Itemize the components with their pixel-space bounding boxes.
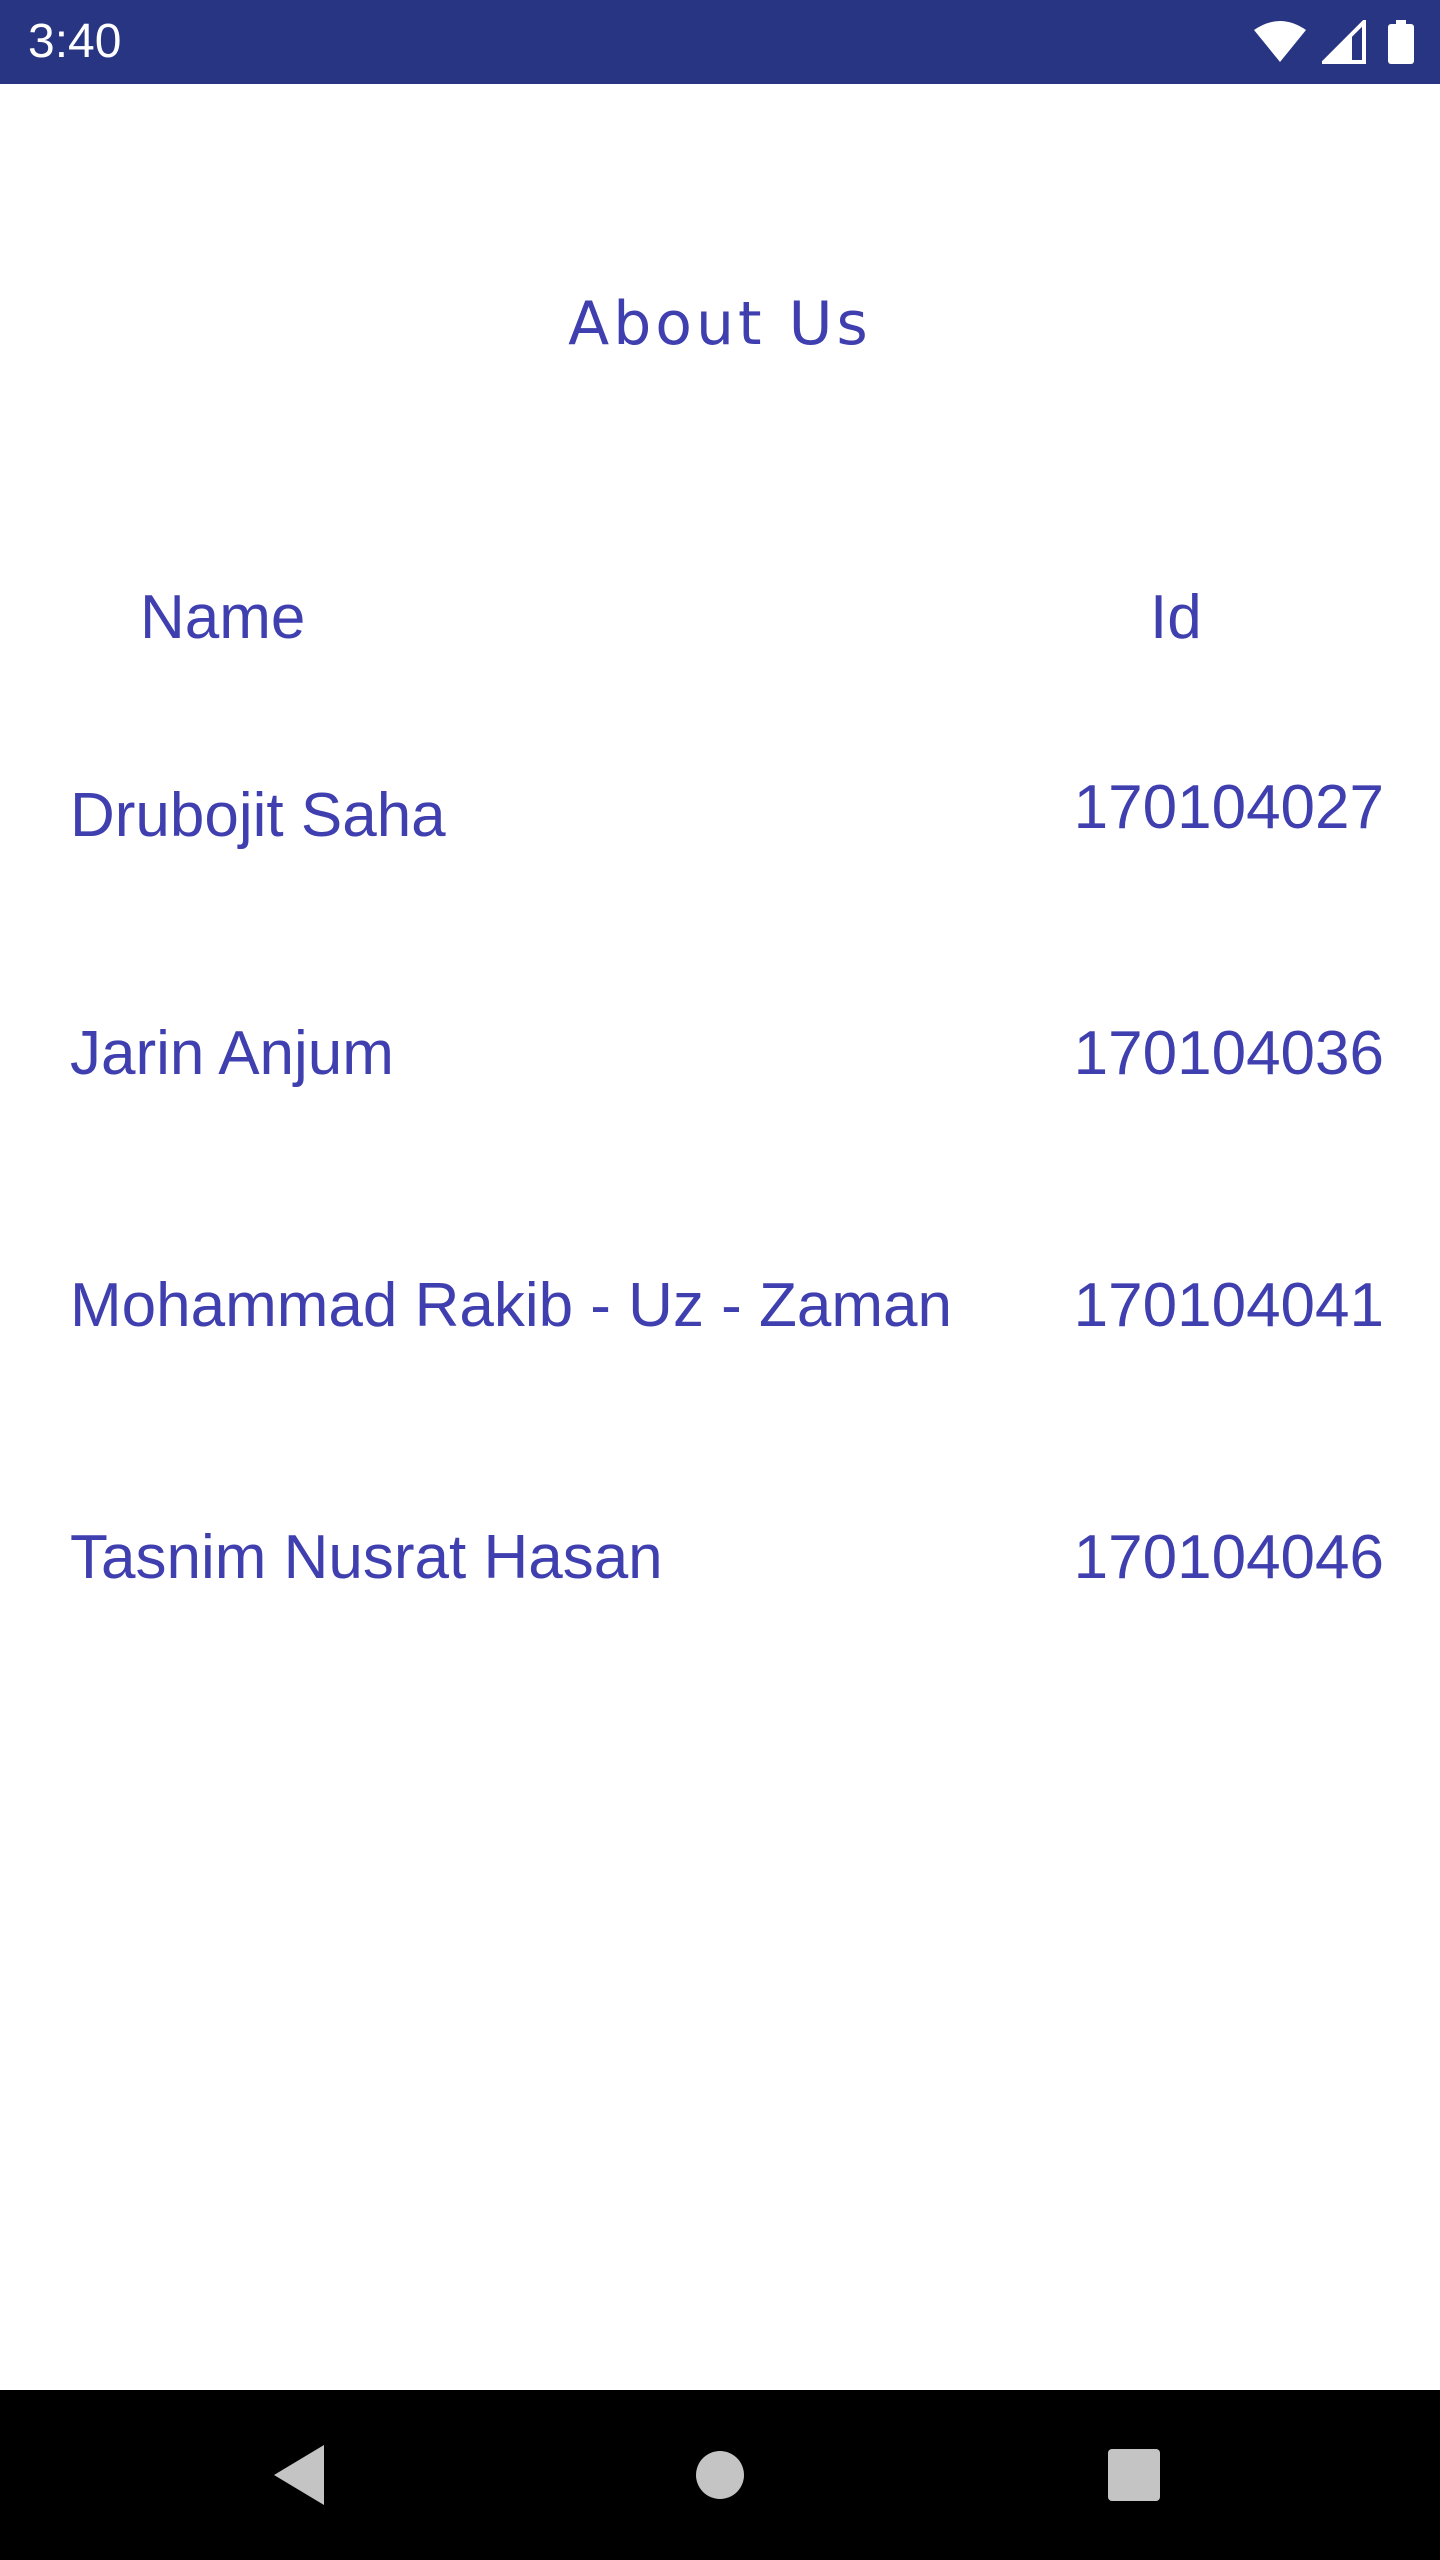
member-id: 170104036 <box>1073 1019 1384 1088</box>
status-time: 3:40 <box>28 15 122 68</box>
recents-icon <box>1108 2449 1160 2501</box>
status-bar: 3:40 <box>0 0 1440 84</box>
member-name: Drubojit Saha <box>70 781 446 850</box>
wifi-icon <box>1252 20 1308 64</box>
member-name: Jarin Anjum <box>70 1019 394 1088</box>
member-row: Drubojit Saha 170104027 <box>0 768 1440 850</box>
about-us-screen: About Us Name Id Drubojit Saha 170104027… <box>0 84 1440 2390</box>
back-icon <box>274 2445 324 2505</box>
battery-icon <box>1388 20 1414 64</box>
status-icons <box>1252 20 1414 64</box>
member-name: Tasnim Nusrat Hasan <box>70 1523 663 1592</box>
back-button[interactable] <box>220 2390 380 2560</box>
cellular-signal-icon <box>1322 20 1366 64</box>
member-row: Tasnim Nusrat Hasan 170104046 <box>0 1518 1440 1598</box>
member-id: 170104027 <box>1073 773 1384 842</box>
page-title: About Us <box>568 289 872 359</box>
navigation-bar <box>0 2390 1440 2560</box>
member-row: Jarin Anjum 170104036 <box>0 1014 1440 1094</box>
column-header-name: Name <box>140 583 306 652</box>
home-button[interactable] <box>640 2390 800 2560</box>
home-icon <box>696 2451 744 2499</box>
member-name: Mohammad Rakib - Uz - Zaman <box>70 1271 953 1340</box>
recents-button[interactable] <box>1054 2390 1214 2560</box>
member-id: 170104041 <box>1073 1271 1384 1340</box>
column-header-id: Id <box>1150 583 1202 652</box>
member-id: 170104046 <box>1073 1523 1384 1592</box>
member-row: Mohammad Rakib - Uz - Zaman 170104041 <box>0 1266 1440 1346</box>
